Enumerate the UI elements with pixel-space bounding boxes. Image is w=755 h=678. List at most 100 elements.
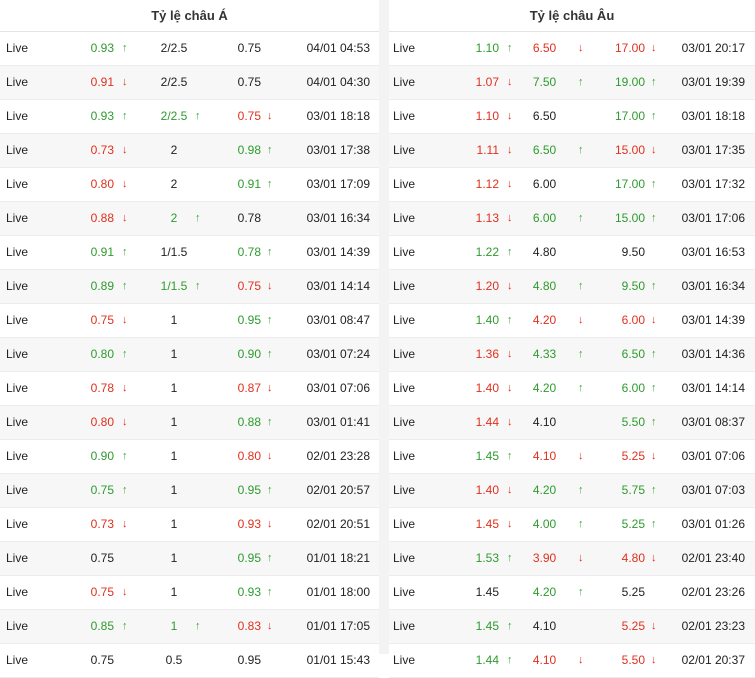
- odds-timestamp: 03/01 14:39: [681, 313, 745, 327]
- live-status: Live: [6, 245, 29, 259]
- arrow-up-icon: ↑: [195, 110, 201, 122]
- arrow-down-icon: ↓: [122, 586, 128, 598]
- odds-timestamp: 04/01 04:53: [306, 41, 370, 55]
- odds-timestamp: 03/01 17:06: [681, 211, 745, 225]
- odds-value: 0.80: [90, 415, 114, 429]
- odds-timestamp: 03/01 20:17: [681, 41, 745, 55]
- odds-value: 1.45: [475, 449, 499, 463]
- odds-value: 0.98: [237, 143, 261, 157]
- odds-value: 4.33: [532, 347, 557, 361]
- odds-value: 0.75: [90, 653, 114, 667]
- odds-value: 4.20: [532, 313, 557, 327]
- arrow-up-icon: ↑: [651, 178, 657, 190]
- odds-value: 0.88: [90, 211, 114, 225]
- arrow-up-icon: ↑: [651, 76, 657, 88]
- arrow-down-icon: ↓: [122, 212, 128, 224]
- live-status: Live: [6, 75, 29, 89]
- odds-value: 6.00: [621, 313, 645, 327]
- asian-odds-title: Tỷ lệ châu Á: [0, 0, 379, 32]
- odds-row: Live 1.45 ↑ 4.10 ↓ 5.25 ↓ 03/01 07:06: [389, 440, 755, 474]
- odds-row: Live 0.75 0.5 0.95 01/01 15:43: [0, 644, 379, 678]
- odds-value: 0.85: [90, 619, 114, 633]
- odds-value: 1.10: [475, 109, 499, 123]
- odds-timestamp: 02/01 23:28: [306, 449, 370, 463]
- arrow-down-icon: ↓: [578, 42, 584, 54]
- live-status: Live: [6, 653, 29, 667]
- odds-value: 5.25: [621, 517, 645, 531]
- odds-timestamp: 02/01 20:51: [306, 517, 370, 531]
- odds-value: 17.00: [614, 177, 645, 191]
- odds-value: 1.20: [475, 279, 499, 293]
- odds-value: 1: [170, 517, 178, 531]
- odds-row: Live 0.73 ↓ 2 0.98 ↑ 03/01 17:38: [0, 134, 379, 168]
- odds-row: Live 0.73 ↓ 1 0.93 ↓ 02/01 20:51: [0, 508, 379, 542]
- live-status: Live: [393, 211, 416, 225]
- arrow-up-icon: ↑: [122, 110, 128, 122]
- odds-value: 1: [170, 381, 178, 395]
- odds-timestamp: 03/01 17:09: [306, 177, 370, 191]
- live-status: Live: [393, 653, 416, 667]
- arrow-up-icon: ↑: [267, 314, 273, 326]
- live-status: Live: [6, 619, 29, 633]
- arrow-down-icon: ↓: [651, 654, 657, 666]
- odds-value: 1: [170, 483, 178, 497]
- odds-timestamp: 03/01 07:24: [306, 347, 370, 361]
- arrow-down-icon: ↓: [267, 518, 273, 530]
- odds-value: 0.90: [90, 449, 114, 463]
- odds-value: 5.50: [621, 653, 645, 667]
- odds-row: Live 0.93 ↑ 2/2.5 0.75 04/01 04:53: [0, 32, 379, 66]
- odds-value: 0.80: [90, 347, 114, 361]
- live-status: Live: [6, 415, 29, 429]
- odds-row: Live 0.80 ↓ 2 0.91 ↑ 03/01 17:09: [0, 168, 379, 202]
- arrow-down-icon: ↓: [122, 382, 128, 394]
- asian-odds-table: Live 0.93 ↑ 2/2.5 0.75 04/01 04:53 Live 0.91 ↓ 2/…: [0, 32, 379, 678]
- odds-timestamp: 03/01 17:38: [306, 143, 370, 157]
- odds-value: 1: [170, 415, 178, 429]
- odds-value: 2/2.5: [160, 75, 188, 89]
- odds-timestamp: 01/01 18:00: [306, 585, 370, 599]
- asian-odds-panel: Tỷ lệ châu Á Live 0.93 ↑ 2/2.5 0.75 04/01 04:…: [0, 0, 379, 678]
- odds-value: 6.00: [621, 381, 645, 395]
- odds-row: Live 0.90 ↑ 1 0.80 ↓ 02/01 23:28: [0, 440, 379, 474]
- odds-value: 0.73: [90, 517, 114, 531]
- odds-value: 4.80: [532, 279, 557, 293]
- live-status: Live: [393, 75, 416, 89]
- arrow-down-icon: ↓: [267, 110, 273, 122]
- odds-value: 0.95: [237, 483, 261, 497]
- live-status: Live: [393, 41, 416, 55]
- odds-value: 2: [170, 143, 178, 157]
- odds-row: Live 0.89 ↑ 1/1.5 ↑ 0.75 ↓ 03/01 14:14: [0, 270, 379, 304]
- odds-row: Live 1.20 ↓ 4.80 ↑ 9.50 ↑ 03/01 16:34: [389, 270, 755, 304]
- arrow-down-icon: ↓: [651, 144, 657, 156]
- live-status: Live: [393, 279, 416, 293]
- odds-row: Live 0.75 1 0.95 ↑ 01/01 18:21: [0, 542, 379, 576]
- odds-value: 0.95: [237, 313, 261, 327]
- odds-timestamp: 03/01 17:32: [681, 177, 745, 191]
- odds-value: 0.75: [237, 109, 261, 123]
- odds-row: Live 0.91 ↓ 2/2.5 0.75 04/01 04:30: [0, 66, 379, 100]
- odds-value: 15.00: [614, 143, 645, 157]
- live-status: Live: [6, 279, 29, 293]
- arrow-up-icon: ↑: [267, 246, 273, 258]
- odds-row: Live 0.75 ↓ 1 0.95 ↑ 03/01 08:47: [0, 304, 379, 338]
- odds-value: 0.91: [90, 245, 114, 259]
- arrow-up-icon: ↑: [651, 382, 657, 394]
- european-odds-panel: Tỷ lệ châu Âu Live 1.10 ↑ 6.50 ↓ 17.00 ↓ 03/01 …: [389, 0, 755, 678]
- arrow-up-icon: ↑: [267, 416, 273, 428]
- odds-timestamp: 03/01 16:53: [681, 245, 745, 259]
- odds-history: Tỷ lệ châu Á Live 0.93 ↑ 2/2.5 0.75 04/01 04:…: [0, 0, 755, 678]
- arrow-down-icon: ↓: [651, 450, 657, 462]
- odds-value: 4.10: [532, 653, 557, 667]
- odds-value: 0.93: [90, 41, 114, 55]
- odds-row: Live 1.40 ↓ 4.20 ↑ 6.00 ↑ 03/01 14:14: [389, 372, 755, 406]
- live-status: Live: [6, 143, 29, 157]
- arrow-down-icon: ↓: [651, 552, 657, 564]
- arrow-up-icon: ↑: [122, 42, 128, 54]
- live-status: Live: [393, 109, 416, 123]
- odds-timestamp: 02/01 20:37: [681, 653, 745, 667]
- odds-row: Live 1.44 ↓ 4.10 5.50 ↑ 03/01 08:37: [389, 406, 755, 440]
- european-odds-title: Tỷ lệ châu Âu: [389, 0, 755, 32]
- arrow-up-icon: ↑: [195, 620, 201, 632]
- odds-value: 6.50: [532, 109, 557, 123]
- live-status: Live: [6, 517, 29, 531]
